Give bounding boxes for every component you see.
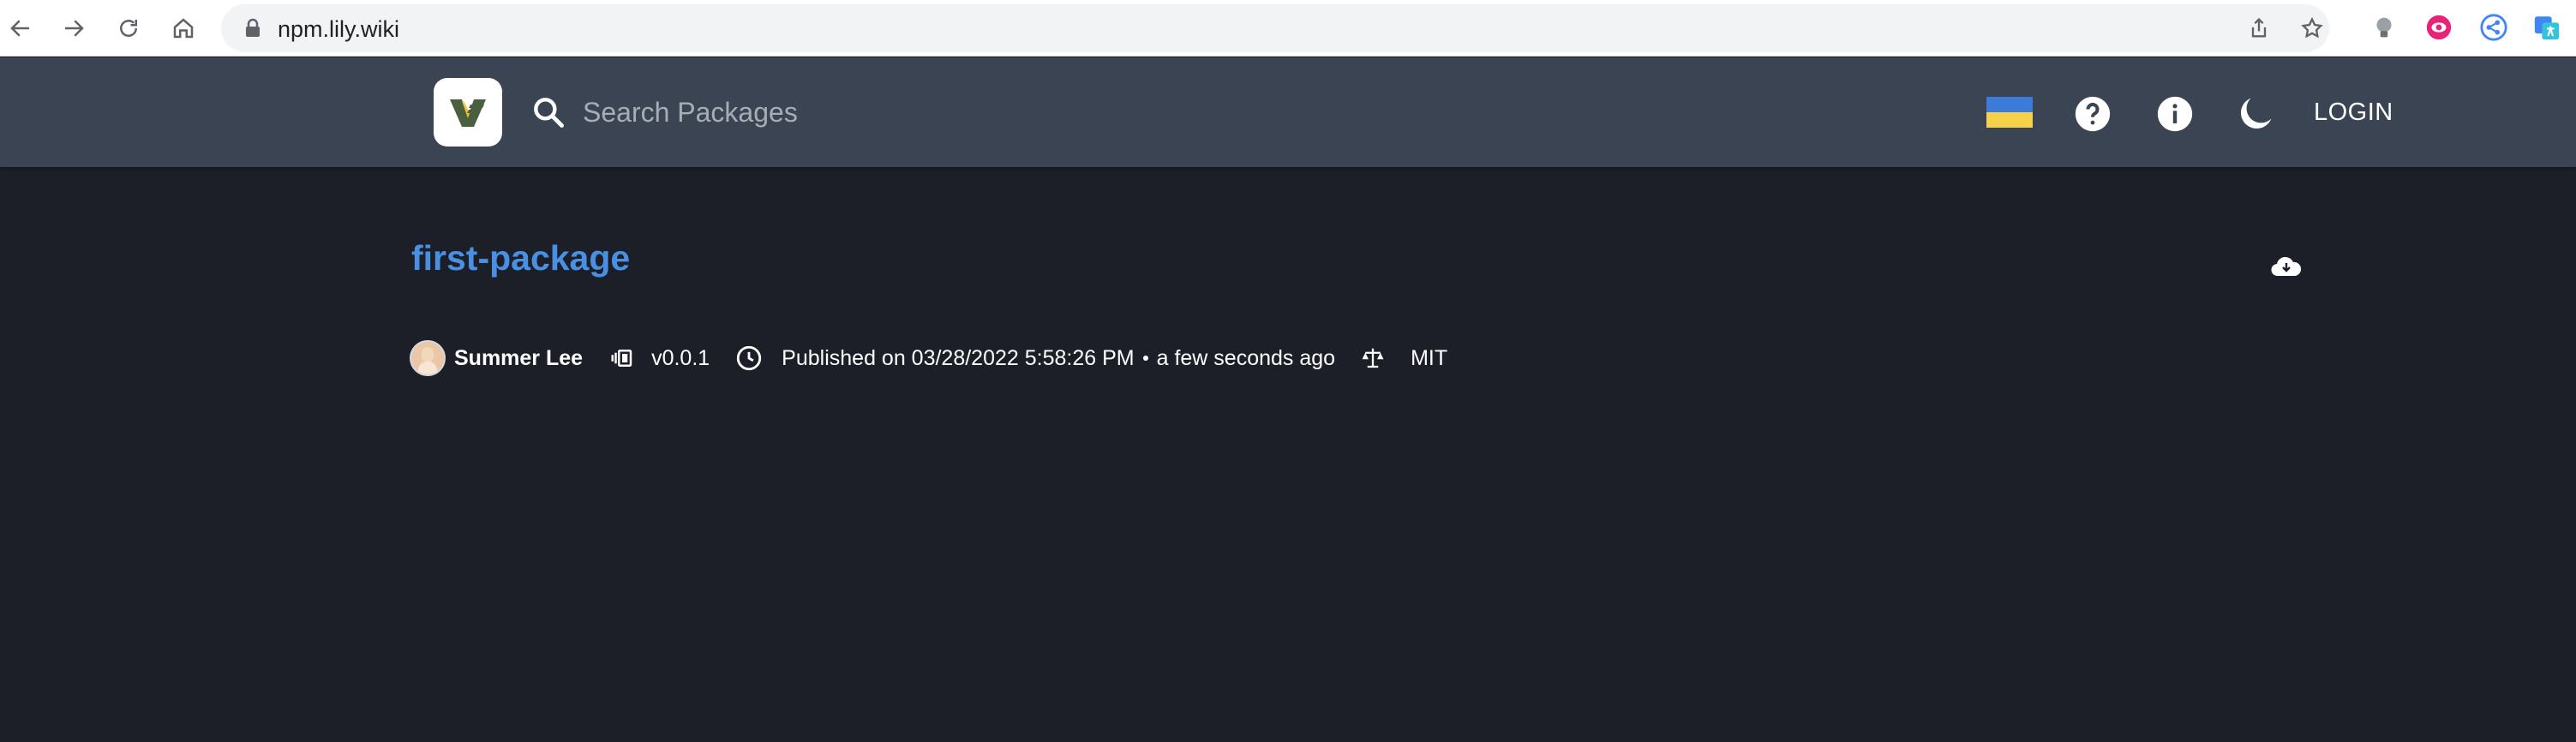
bookmark-button[interactable] — [2297, 13, 2327, 44]
search-input[interactable] — [583, 90, 1354, 135]
clock-icon — [734, 343, 764, 374]
home-button[interactable] — [163, 8, 204, 49]
url-text: npm.lily.wiki — [278, 16, 400, 42]
help-icon — [2075, 96, 2111, 132]
login-button[interactable]: LOGIN — [2314, 99, 2393, 127]
info-icon — [2157, 96, 2193, 132]
home-logo-link[interactable] — [434, 78, 502, 147]
search-bar — [530, 83, 1387, 141]
package-version: v0.0.1 — [651, 345, 710, 370]
translate-extension-icon — [2534, 16, 2560, 40]
lock-icon — [246, 18, 260, 37]
license-scale-icon — [1357, 343, 1388, 374]
download-tarball-button[interactable] — [2271, 254, 2302, 279]
back-button[interactable] — [0, 8, 41, 49]
package-license: MIT — [1411, 345, 1448, 370]
verdaccio-logo — [450, 99, 486, 127]
reload-button[interactable] — [108, 8, 149, 49]
search-icon — [534, 98, 564, 128]
package-title-link[interactable]: first-package — [411, 238, 630, 278]
theme-toggle-button[interactable] — [2235, 93, 2276, 135]
help-button[interactable] — [2072, 93, 2113, 135]
extension-eye[interactable] — [2422, 10, 2456, 45]
avatar — [410, 340, 446, 376]
author-name: Summer Lee — [454, 345, 584, 370]
browser-toolbar: npm.lily.wiki — [0, 0, 2576, 57]
published-date: Published on 03/28/2022 5:58:26 PM — [782, 345, 1135, 370]
cloud-download-icon — [2271, 256, 2302, 277]
address-bar[interactable]: npm.lily.wiki — [221, 4, 2329, 52]
share-extension-icon — [2480, 14, 2507, 41]
lightbulb-extension-icon — [2376, 17, 2392, 38]
separator-dot — [1142, 356, 1148, 361]
published-relative-time: a few seconds ago — [1156, 345, 1336, 370]
extension-translate[interactable] — [2530, 10, 2564, 45]
language-flag-button[interactable] — [1986, 92, 2033, 133]
share-page-button[interactable] — [2244, 13, 2274, 44]
back-arrow-icon — [10, 20, 29, 37]
extension-lightbulb[interactable] — [2367, 10, 2401, 45]
app-header: LOGIN — [0, 57, 2576, 167]
star-icon — [2301, 16, 2323, 39]
share-icon — [2251, 17, 2267, 38]
forward-arrow-icon — [65, 20, 84, 37]
info-button[interactable] — [2154, 93, 2196, 135]
version-icon — [607, 343, 638, 374]
eye-extension-icon — [2426, 15, 2452, 40]
package-meta-row: Summer Lee v0.0.1 Published on 03/28/202… — [410, 339, 1447, 377]
reload-icon — [120, 20, 137, 37]
extension-share[interactable] — [2477, 10, 2511, 45]
forward-button[interactable] — [53, 8, 94, 49]
home-icon — [173, 18, 194, 39]
ukraine-flag-icon — [1986, 97, 2033, 128]
dark-mode-icon — [2240, 98, 2272, 129]
